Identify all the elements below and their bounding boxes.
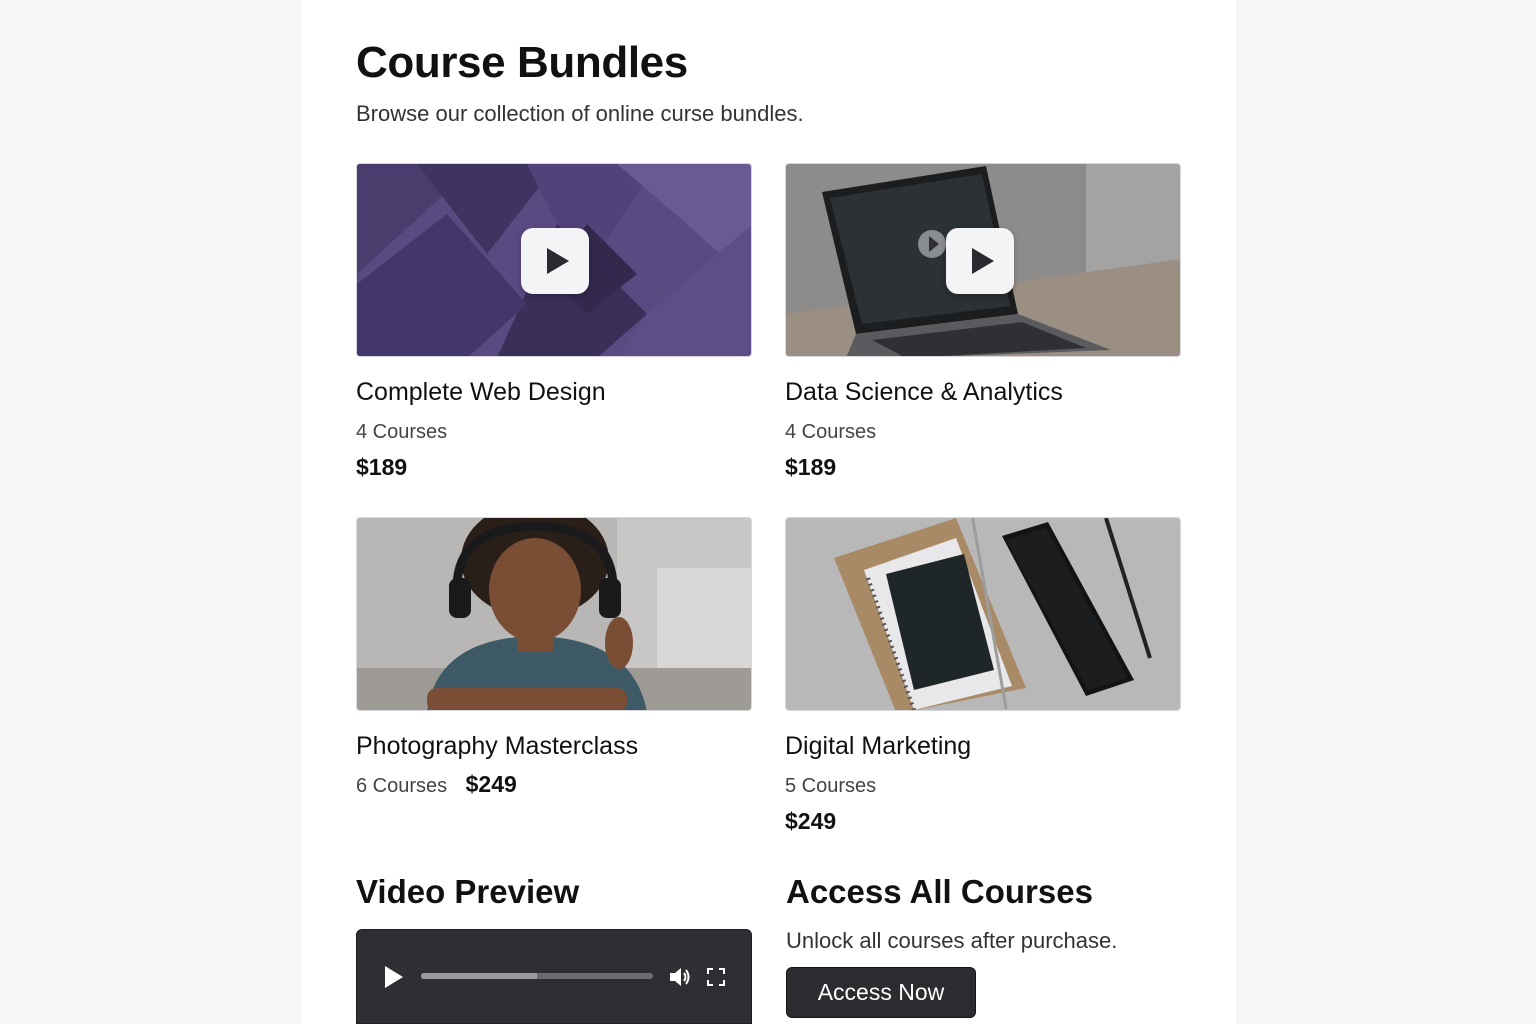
- video-progress-fill: [421, 973, 537, 979]
- page-subtitle: Browse our collection of online curse bu…: [356, 101, 804, 126]
- bundle-title[interactable]: Photography Masterclass: [356, 732, 752, 761]
- access-title: Access All Courses: [786, 873, 1093, 910]
- video-player[interactable]: [356, 929, 752, 1024]
- bundle-price: $249: [785, 808, 837, 834]
- play-icon[interactable]: [385, 966, 403, 988]
- bundle-thumbnail-video[interactable]: [785, 163, 1181, 357]
- bundle-thumbnail-video[interactable]: [356, 163, 752, 357]
- play-button[interactable]: [946, 228, 1014, 294]
- bundle-price: $189: [785, 454, 837, 480]
- bundle-card-web-design[interactable]: Complete Web Design 4 Courses $189: [356, 163, 752, 481]
- bundle-thumbnail-image[interactable]: [785, 517, 1181, 711]
- access-description: Unlock all courses after purchase.: [786, 928, 1118, 953]
- page-title: Course Bundles: [356, 38, 688, 87]
- bundle-card-data-science[interactable]: Data Science & Analytics 4 Courses $189: [785, 163, 1181, 481]
- play-button[interactable]: [521, 228, 589, 294]
- bundle-card-digital-marketing[interactable]: Digital Marketing 5 Courses $249: [785, 517, 1181, 835]
- bundle-card-photography[interactable]: Photography Masterclass 6 Courses $249: [356, 517, 752, 798]
- bundle-meta-row: 6 Courses $249: [356, 771, 752, 798]
- bundle-course-count: 6 Courses: [356, 775, 448, 797]
- bundle-title[interactable]: Complete Web Design: [356, 378, 752, 407]
- bundle-course-count: 5 Courses: [785, 775, 877, 797]
- volume-icon[interactable]: [668, 966, 692, 988]
- access-now-button[interactable]: Access Now: [786, 967, 976, 1018]
- video-preview-title: Video Preview: [356, 873, 580, 910]
- bundle-course-count: 4 Courses: [785, 421, 877, 443]
- bundle-thumbnail-image[interactable]: [356, 517, 752, 711]
- bundle-price: $249: [465, 771, 517, 797]
- bundle-title[interactable]: Digital Marketing: [785, 732, 1181, 761]
- notebook-phone-photo: [786, 518, 1180, 710]
- page-container: Course Bundles Browse our collection of …: [301, 0, 1236, 1024]
- woman-headphones-photo: [357, 518, 751, 710]
- bundle-course-count: 4 Courses: [356, 421, 448, 443]
- bundle-title[interactable]: Data Science & Analytics: [785, 378, 1181, 407]
- bundle-price: $189: [356, 454, 408, 480]
- video-progress-bar[interactable]: [421, 973, 653, 979]
- fullscreen-icon[interactable]: [707, 968, 725, 986]
